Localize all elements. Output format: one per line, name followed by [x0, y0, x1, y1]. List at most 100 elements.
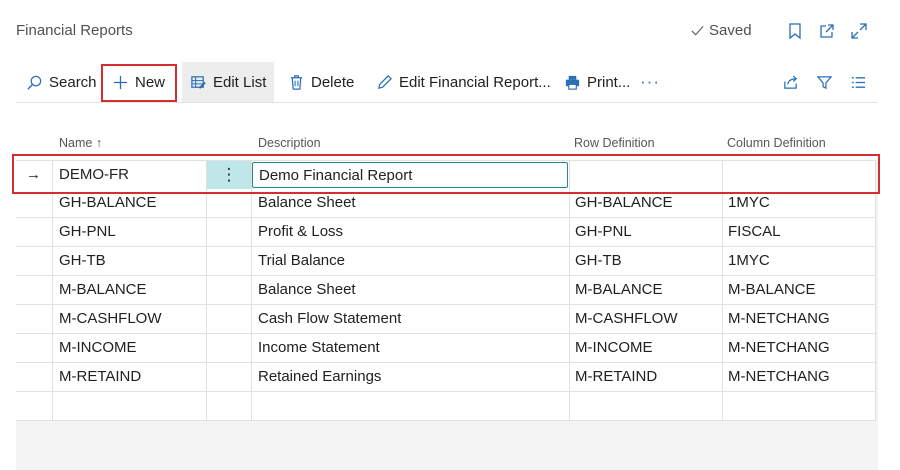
column-header-column-definition[interactable]: Column Definition: [727, 136, 826, 150]
cell-name[interactable]: M-BALANCE: [59, 276, 147, 304]
cell-row-definition[interactable]: M-BALANCE: [575, 276, 663, 304]
column-divider: [251, 305, 252, 333]
cell-name[interactable]: M-CASHFLOW: [59, 305, 162, 333]
column-divider: [251, 218, 252, 246]
column-divider: [569, 363, 570, 391]
edit-financial-report-button[interactable]: Edit Financial Report...: [376, 62, 551, 102]
column-divider: [52, 247, 53, 275]
saved-status: Saved: [690, 22, 752, 39]
cell-column-definition[interactable]: M-BALANCE: [728, 276, 816, 304]
table-row-empty[interactable]: [16, 392, 876, 421]
column-header-description[interactable]: Description: [258, 136, 321, 150]
table-row[interactable]: GH-TB Trial Balance GH-TB 1MYC: [16, 247, 876, 276]
cell-name[interactable]: GH-TB: [59, 247, 106, 275]
cell-description[interactable]: Profit & Loss: [258, 218, 343, 246]
filter-button[interactable]: [816, 62, 833, 102]
column-divider: [722, 247, 723, 275]
expand-icon[interactable]: [850, 22, 868, 40]
edit-list-label: Edit List: [213, 73, 267, 91]
cell-name[interactable]: GH-PNL: [59, 218, 116, 246]
share-button[interactable]: [782, 62, 799, 102]
cell-description[interactable]: Balance Sheet: [258, 276, 356, 304]
bookmark-icon[interactable]: [786, 22, 804, 40]
print-label: Print...: [587, 73, 631, 91]
printer-icon: [565, 75, 580, 90]
cell-description[interactable]: Income Statement: [258, 334, 380, 362]
column-divider: [875, 334, 876, 362]
column-divider: [206, 276, 207, 304]
column-divider: [251, 334, 252, 362]
column-divider: [52, 305, 53, 333]
column-divider: [251, 276, 252, 304]
cell-name[interactable]: M-INCOME: [59, 334, 137, 362]
column-divider: [569, 218, 570, 246]
search-button[interactable]: Search: [26, 62, 97, 102]
column-divider: [722, 305, 723, 333]
delete-button[interactable]: Delete: [288, 62, 354, 102]
column-divider: [875, 363, 876, 391]
column-divider: [722, 363, 723, 391]
edit-financial-report-label: Edit Financial Report...: [399, 73, 551, 91]
cell-row-definition[interactable]: GH-TB: [575, 247, 622, 275]
column-divider: [206, 218, 207, 246]
action-bar: Search New Edit List Delete Edit Financi…: [16, 62, 878, 103]
cell-description[interactable]: Cash Flow Statement: [258, 305, 401, 333]
table-row[interactable]: M-INCOME Income Statement M-INCOME M-NETCHA…: [16, 334, 876, 363]
column-divider: [251, 363, 252, 391]
column-divider: [875, 392, 876, 420]
column-divider: [206, 305, 207, 333]
cell-row-definition[interactable]: M-INCOME: [575, 334, 653, 362]
selected-row-highlight: [12, 154, 880, 194]
column-divider: [722, 334, 723, 362]
column-header-row-definition[interactable]: Row Definition: [574, 136, 655, 150]
column-header-name[interactable]: Name ↑: [59, 136, 102, 150]
list-view-button[interactable]: [850, 62, 867, 102]
cell-name[interactable]: M-RETAIND: [59, 363, 141, 391]
open-new-icon[interactable]: [818, 22, 836, 40]
search-label: Search: [49, 73, 97, 91]
column-divider: [251, 247, 252, 275]
trash-icon: [290, 74, 303, 90]
column-divider: [251, 392, 252, 420]
column-divider: [875, 218, 876, 246]
cell-column-definition[interactable]: M-NETCHANG: [728, 305, 830, 333]
column-divider: [722, 276, 723, 304]
cell-row-definition[interactable]: M-RETAIND: [575, 363, 657, 391]
edit-list-button[interactable]: Edit List: [182, 62, 275, 102]
new-button-highlight: [101, 64, 177, 102]
column-divider: [569, 247, 570, 275]
delete-label: Delete: [311, 73, 355, 91]
saved-label: Saved: [709, 22, 752, 39]
cell-column-definition[interactable]: M-NETCHANG: [728, 363, 830, 391]
filter-icon: [816, 75, 833, 89]
share-icon: [784, 74, 798, 89]
cell-description[interactable]: Trial Balance: [258, 247, 345, 275]
column-divider: [206, 392, 207, 420]
column-divider: [875, 276, 876, 304]
column-divider: [875, 247, 876, 275]
list-view-icon: [851, 76, 866, 88]
column-divider: [569, 305, 570, 333]
column-divider: [875, 305, 876, 333]
search-icon: [27, 75, 42, 90]
column-divider: [52, 218, 53, 246]
cell-row-definition[interactable]: GH-PNL: [575, 218, 632, 246]
pencil-icon: [377, 74, 392, 89]
column-divider: [52, 392, 53, 420]
table-row[interactable]: M-CASHFLOW Cash Flow Statement M-CASHFLOW M…: [16, 305, 876, 334]
table-row[interactable]: M-BALANCE Balance Sheet M-BALANCE M-BALANCE: [16, 276, 876, 305]
column-divider: [206, 247, 207, 275]
cell-column-definition[interactable]: 1MYC: [728, 247, 770, 275]
column-divider: [52, 363, 53, 391]
cell-column-definition[interactable]: FISCAL: [728, 218, 781, 246]
column-divider: [722, 218, 723, 246]
cell-column-definition[interactable]: M-NETCHANG: [728, 334, 830, 362]
print-button[interactable]: Print...: [564, 62, 630, 102]
grid-body: → DEMO-FR ⋮ GH-BALANCEBalance SheetGH-BA…: [16, 160, 878, 470]
cell-description[interactable]: Retained Earnings: [258, 363, 381, 391]
table-row[interactable]: M-RETAIND Retained Earnings M-RETAIND M-NET…: [16, 363, 876, 392]
more-options-button[interactable]: ···: [640, 62, 660, 102]
cell-row-definition[interactable]: M-CASHFLOW: [575, 305, 678, 333]
table-row[interactable]: GH-PNL Profit & Loss GH-PNL FISCAL: [16, 218, 876, 247]
page-title: Financial Reports: [16, 22, 133, 39]
